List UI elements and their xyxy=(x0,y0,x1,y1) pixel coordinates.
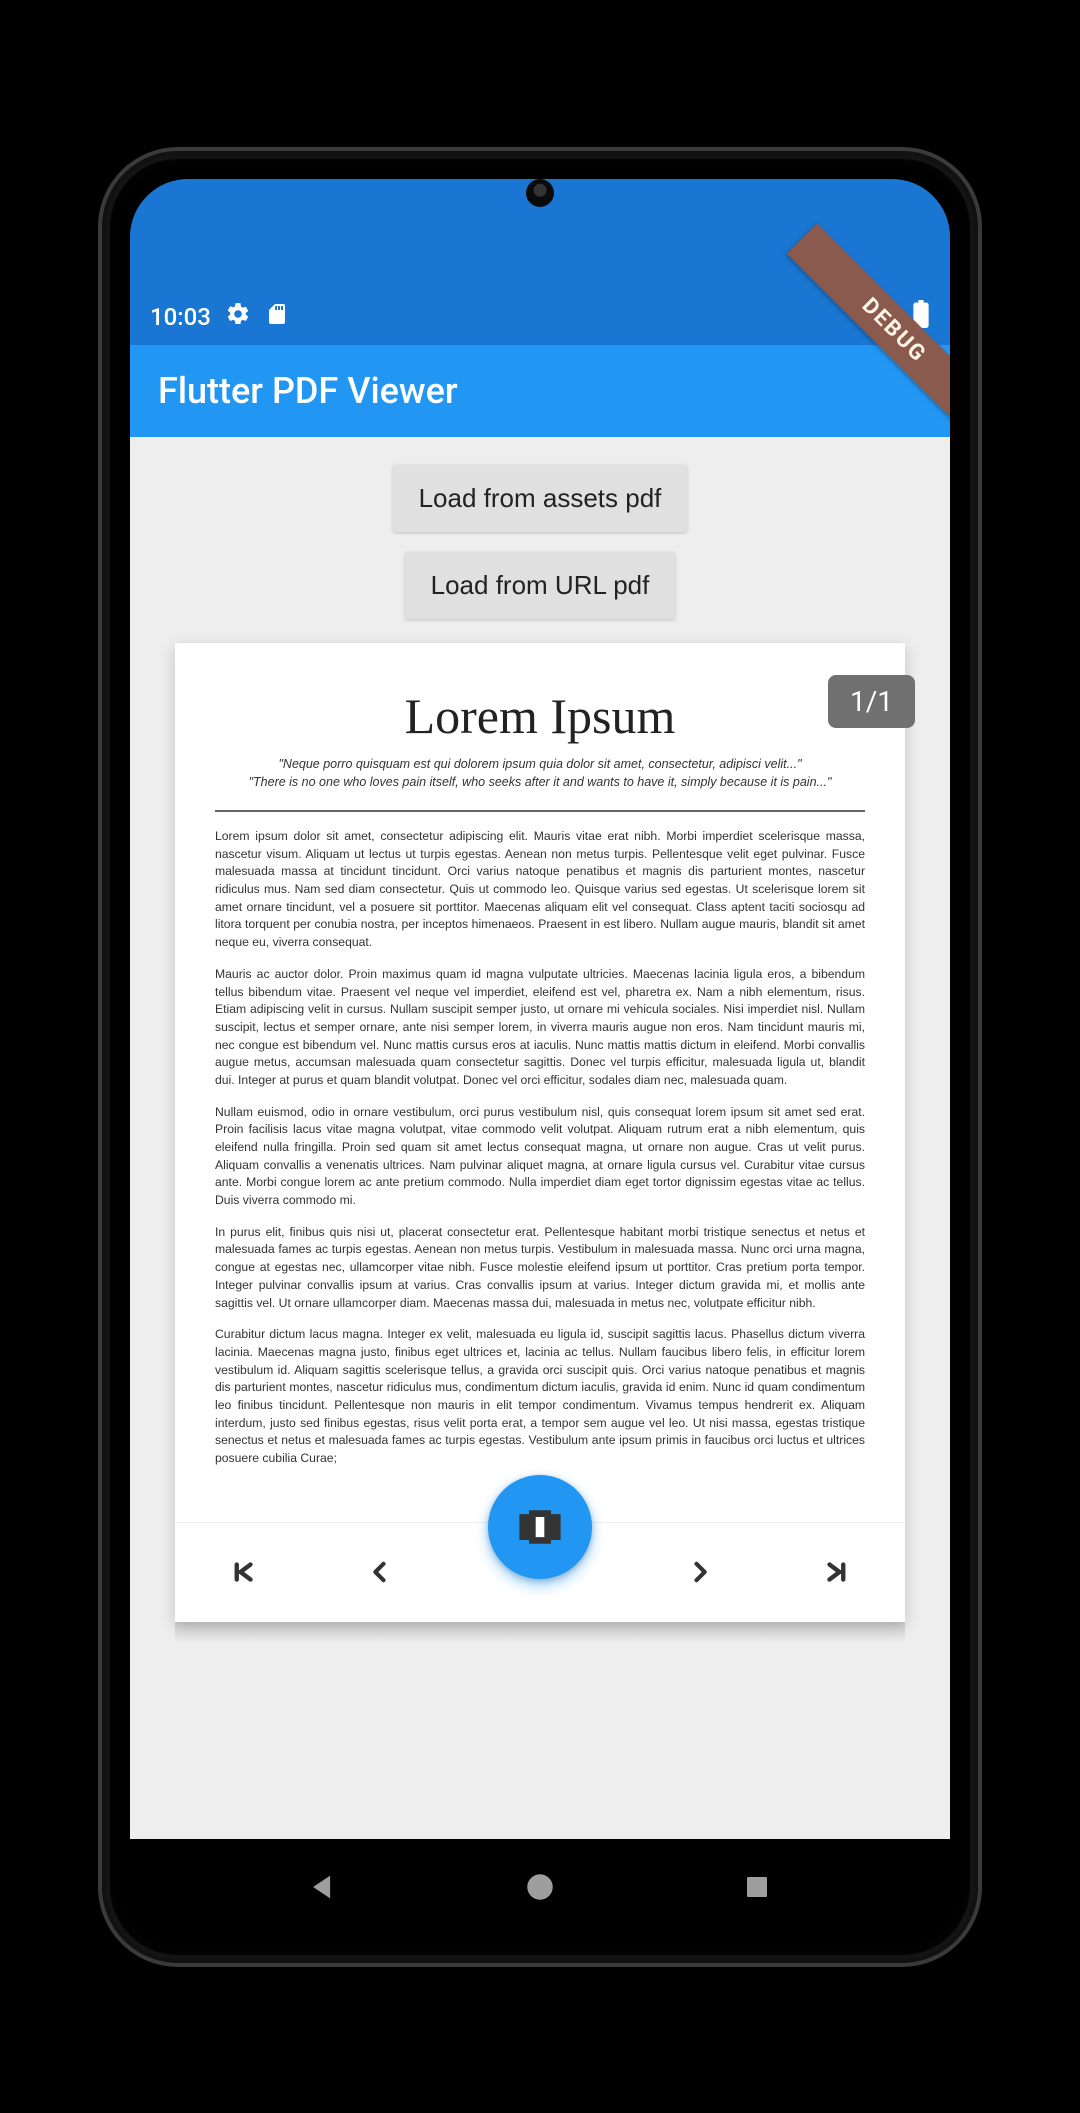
view-mode-fab[interactable] xyxy=(488,1475,592,1579)
load-url-button[interactable]: Load from URL pdf xyxy=(405,552,676,619)
pdf-shadow xyxy=(175,1622,905,1644)
triangle-back-icon xyxy=(306,1870,340,1904)
pdf-viewer[interactable]: 1/1 Lorem Ipsum "Neque porro quisquam es… xyxy=(175,643,905,1622)
last-page-button[interactable] xyxy=(809,1544,865,1600)
status-time: 10:03 xyxy=(150,303,211,331)
pdf-divider xyxy=(215,810,865,812)
android-nav-bar xyxy=(130,1839,950,1935)
square-recents-icon xyxy=(742,1872,772,1902)
android-back-button[interactable] xyxy=(299,1863,347,1911)
pdf-paragraph: Curabitur dictum lacus magna. Integer ex… xyxy=(215,1326,865,1468)
pdf-quote-2: "There is no one who loves pain itself, … xyxy=(215,773,865,792)
prev-page-button[interactable] xyxy=(352,1544,408,1600)
chevron-right-icon xyxy=(686,1558,714,1586)
android-recents-button[interactable] xyxy=(733,1863,781,1911)
pdf-paragraph: In purus elit, finibus quis nisi ut, pla… xyxy=(215,1224,865,1312)
android-home-button[interactable] xyxy=(516,1863,564,1911)
app-body: Load from assets pdf Load from URL pdf 1… xyxy=(130,437,950,1839)
pdf-paragraph: Lorem ipsum dolor sit amet, consectetur … xyxy=(215,828,865,952)
gear-icon xyxy=(225,301,251,333)
pdf-quote-1: "Neque porro quisquam est qui dolorem ip… xyxy=(215,755,865,774)
pdf-title: Lorem Ipsum xyxy=(215,687,865,745)
chevron-left-icon xyxy=(366,1558,394,1586)
first-page-icon xyxy=(228,1557,258,1587)
pdf-toolbar xyxy=(175,1522,905,1622)
pdf-page: Lorem Ipsum "Neque porro quisquam est qu… xyxy=(175,643,905,1522)
pdf-paragraph: Mauris ac auctor dolor. Proin maximus qu… xyxy=(215,966,865,1090)
page-indicator: 1/1 xyxy=(828,675,915,728)
phone-frame: DEBUG 10:03 Flu xyxy=(98,147,982,1967)
circle-home-icon xyxy=(523,1870,557,1904)
phone-side-button xyxy=(978,721,982,921)
last-page-icon xyxy=(822,1557,852,1587)
pdf-paragraph: Nullam euismod, odio in ornare vestibulu… xyxy=(215,1104,865,1210)
next-page-button[interactable] xyxy=(672,1544,728,1600)
sd-card-icon xyxy=(265,302,289,332)
android-status-bar: 10:03 xyxy=(130,289,950,345)
app-bar-title: Flutter PDF Viewer xyxy=(158,370,458,412)
phone-screen: DEBUG 10:03 Flu xyxy=(130,179,950,1935)
phone-camera-notch xyxy=(526,179,554,207)
first-page-button[interactable] xyxy=(215,1544,271,1600)
load-assets-button[interactable]: Load from assets pdf xyxy=(393,465,688,532)
carousel-icon xyxy=(517,1504,563,1550)
app-bar: Flutter PDF Viewer xyxy=(130,345,950,437)
